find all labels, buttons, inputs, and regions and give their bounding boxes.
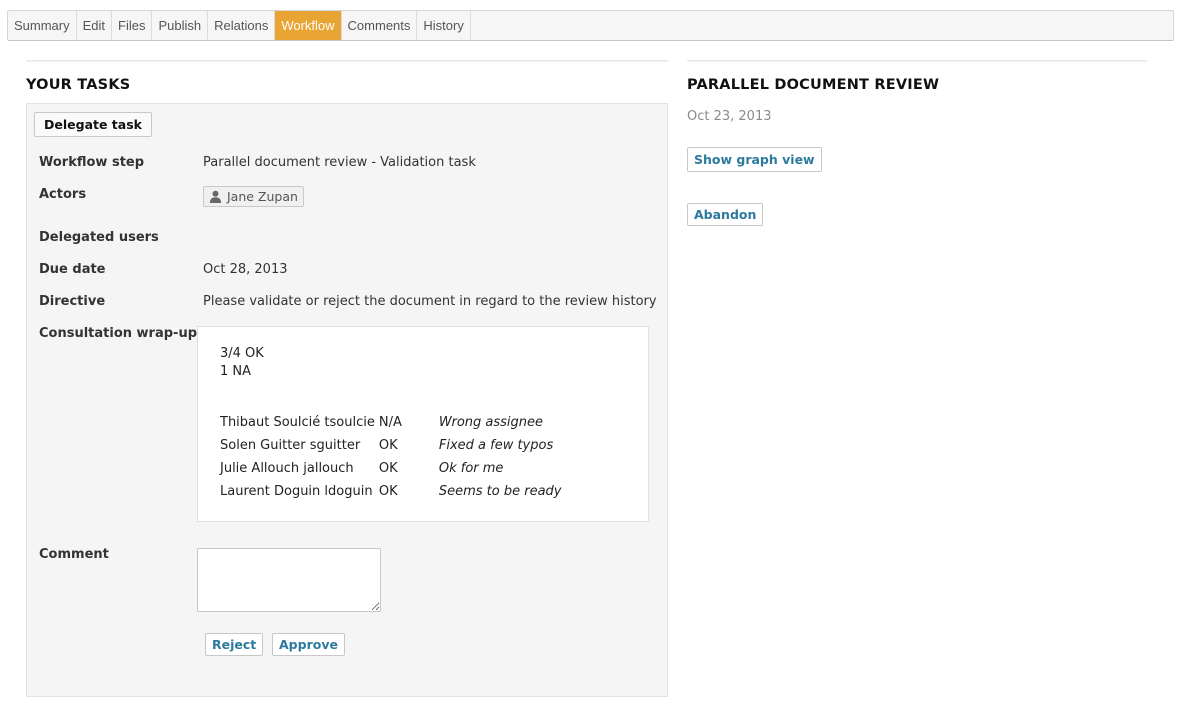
- wrapup-label: Consultation wrap-up: [39, 326, 197, 341]
- tab-summary[interactable]: Summary: [8, 11, 77, 40]
- actor-chip[interactable]: Jane Zupan: [203, 186, 304, 207]
- reviewer-name: Julie Allouch jallouch: [220, 461, 354, 476]
- consultation-wrapup-box: 3/4 OK 1 NA Thibaut Soulcié tsoulcie N/A…: [197, 326, 649, 522]
- actors-label: Actors: [39, 187, 87, 202]
- abandon-button[interactable]: Abandon: [687, 203, 764, 226]
- wrapup-summary: 3/4 OK 1 NA: [220, 345, 264, 381]
- divider: [687, 60, 1147, 62]
- tab-publish[interactable]: Publish: [152, 11, 209, 40]
- reject-button[interactable]: Reject: [205, 633, 264, 656]
- table-row: Thibaut Soulcié tsoulcie N/A Wrong assig…: [218, 411, 564, 434]
- task-panel: Delegate task Workflow step Parallel doc…: [26, 103, 668, 697]
- table-row: Solen Guitter sguitter OK Fixed a few ty…: [218, 434, 564, 457]
- tab-workflow[interactable]: Workflow: [275, 11, 342, 40]
- workflow-info-section: PARALLEL DOCUMENT REVIEW Oct 23, 2013 Sh…: [687, 60, 1147, 226]
- user-icon: [209, 190, 222, 203]
- table-row: Julie Allouch jallouch OK Ok for me: [218, 457, 564, 480]
- table-row: Laurent Doguin ldoguin OK Seems to be re…: [218, 480, 564, 503]
- due-date-value: Oct 28, 2013: [203, 262, 288, 277]
- delegated-users-label: Delegated users: [39, 230, 159, 245]
- tab-files[interactable]: Files: [112, 11, 153, 40]
- actors-value: Jane Zupan: [203, 186, 304, 207]
- reviewer-name: Thibaut Soulcié tsoulcie: [220, 415, 375, 430]
- divider: [26, 60, 668, 62]
- review-status: OK: [378, 484, 398, 499]
- wrapup-table: Thibaut Soulcié tsoulcie N/A Wrong assig…: [218, 411, 564, 503]
- tab-history[interactable]: History: [417, 11, 471, 40]
- review-status: OK: [378, 461, 398, 476]
- directive-label: Directive: [39, 294, 106, 309]
- review-status: OK: [378, 438, 398, 453]
- your-tasks-section: YOUR TASKS Delegate task Workflow step P…: [26, 60, 668, 697]
- show-graph-view-button[interactable]: Show graph view: [687, 147, 822, 172]
- review-comment: Seems to be ready: [438, 484, 562, 499]
- reviewer-name: Laurent Doguin ldoguin: [220, 484, 373, 499]
- workflow-heading: PARALLEL DOCUMENT REVIEW: [687, 77, 940, 93]
- workflow-start-date: Oct 23, 2013: [687, 109, 772, 124]
- comment-textarea[interactable]: [197, 548, 381, 612]
- wrapup-na-count: 1 NA: [220, 364, 252, 379]
- review-status: N/A: [378, 415, 402, 430]
- review-comment: Wrong assignee: [438, 415, 544, 430]
- reviewer-name: Solen Guitter sguitter: [220, 438, 361, 453]
- actor-name: Jane Zupan: [227, 189, 298, 204]
- tab-relations[interactable]: Relations: [208, 11, 276, 40]
- tab-bar: Summary Edit Files Publish Relations Wor…: [7, 10, 1174, 41]
- delegate-task-button[interactable]: Delegate task: [34, 112, 152, 137]
- comment-label: Comment: [39, 547, 109, 562]
- directive-value: Please validate or reject the document i…: [203, 294, 657, 309]
- workflow-step-value: Parallel document review - Validation ta…: [203, 155, 476, 170]
- approve-button[interactable]: Approve: [272, 633, 345, 656]
- wrapup-ok-count: 3/4 OK: [220, 346, 264, 361]
- due-date-label: Due date: [39, 262, 106, 277]
- tab-edit[interactable]: Edit: [77, 11, 113, 40]
- workflow-step-label: Workflow step: [39, 155, 145, 170]
- your-tasks-heading: YOUR TASKS: [26, 77, 131, 93]
- review-comment: Ok for me: [438, 461, 504, 476]
- review-comment: Fixed a few typos: [438, 438, 554, 453]
- tab-comments[interactable]: Comments: [342, 11, 418, 40]
